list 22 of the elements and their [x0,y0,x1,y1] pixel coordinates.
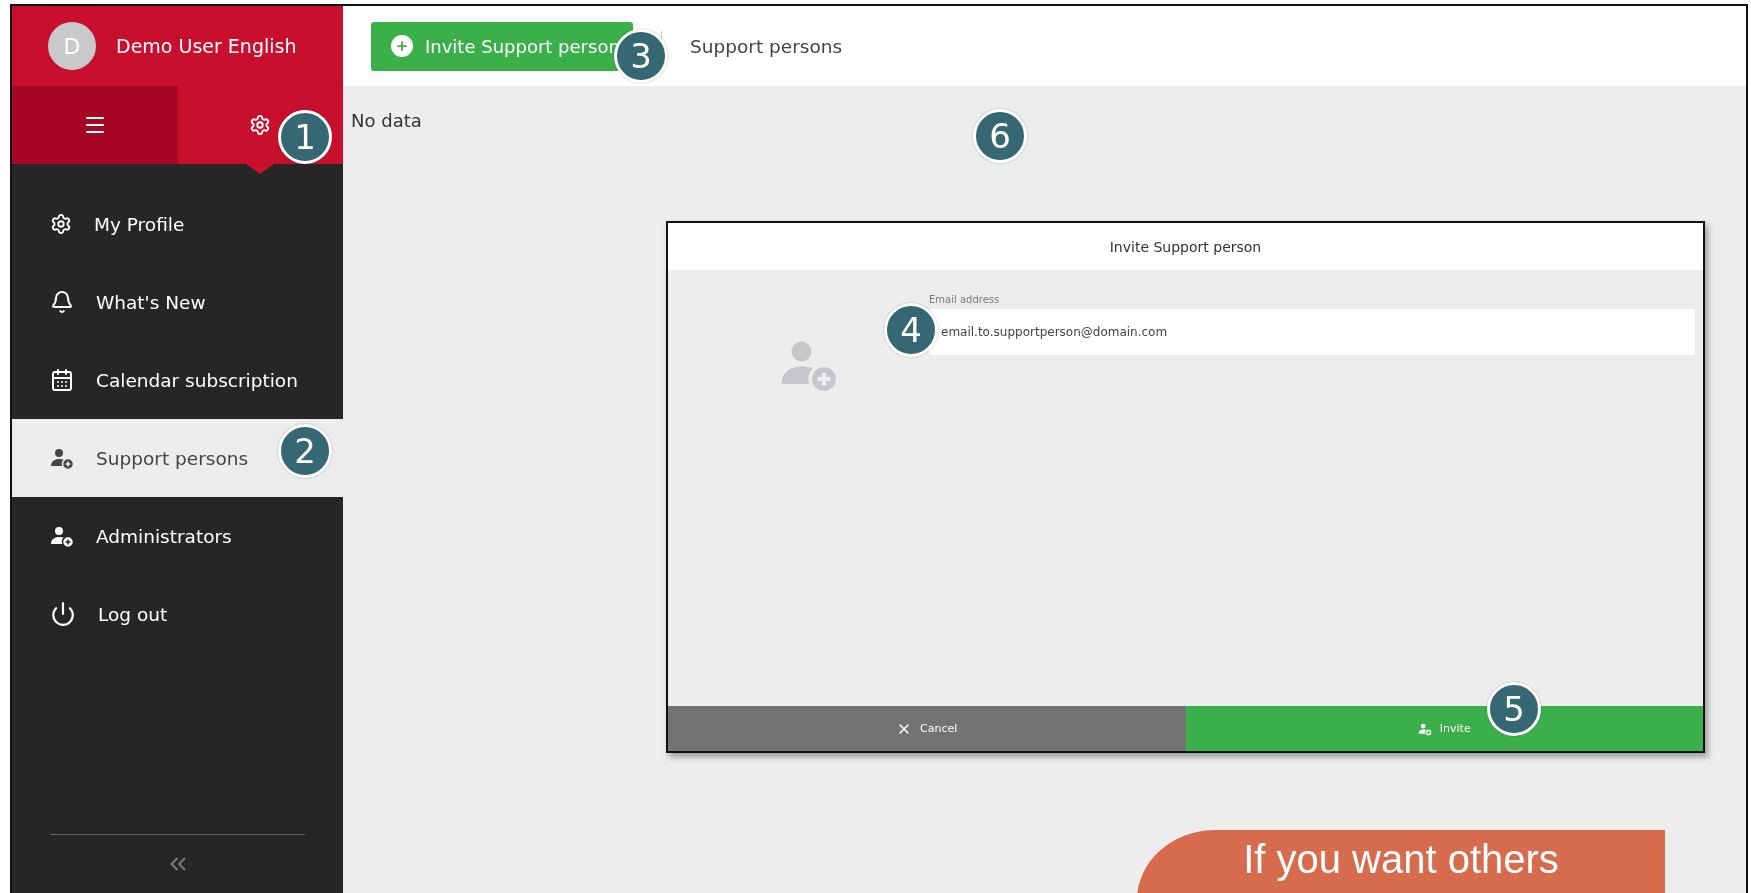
empty-message: No data [351,110,423,131]
bell-icon [50,290,74,314]
callout-text: If you want others [1243,836,1559,883]
person-add-icon [1417,721,1432,736]
sidebar-item[interactable]: Log out [12,575,343,653]
sidebar-item[interactable]: Administrators [12,497,343,575]
user-name: Demo User English [116,35,297,57]
dialog-title: Invite Support person [668,223,1703,270]
gear-icon [50,213,72,235]
person-add-icon [50,524,74,548]
power-icon [50,601,76,627]
calendar-icon [50,368,74,392]
settings-icon [249,114,272,136]
field-label: Email address [929,294,1001,305]
add-icon [391,35,413,57]
sidebar-item[interactable]: What's New [12,263,343,341]
cancel-button[interactable]: Cancel [668,706,1186,751]
person-add-icon [50,446,74,470]
email-field[interactable]: email.to.supportperson@domain.com [929,309,1695,355]
sidebar-item[interactable]: Calendar subscription [12,341,343,419]
page-title: Support persons [690,35,843,57]
sidebar-item[interactable]: My Profile [12,185,343,263]
